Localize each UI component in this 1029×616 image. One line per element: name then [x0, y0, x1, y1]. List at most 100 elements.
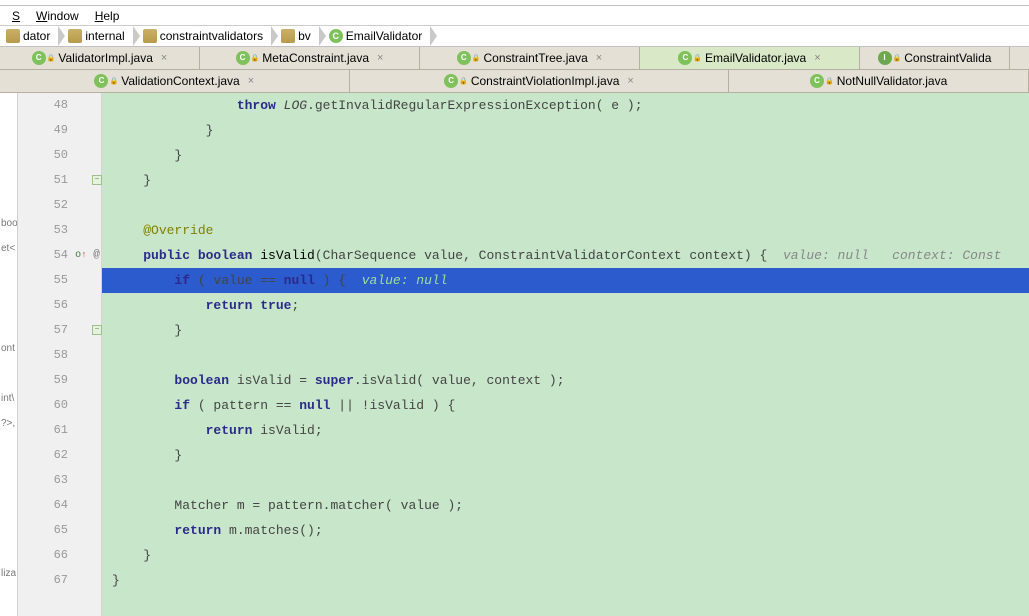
line-number: 61 — [18, 418, 68, 443]
file-type-icon: C — [32, 51, 46, 65]
line-number: 53 — [18, 218, 68, 243]
code-line[interactable]: boolean isValid = super.isValid( value, … — [102, 368, 1029, 393]
menu-window[interactable]: Window — [28, 9, 87, 23]
line-gutter: 4849505152535455565758596061626364656667 — [18, 93, 74, 616]
line-number: 54 — [18, 243, 68, 268]
tab-ValidationContext-java[interactable]: C🔒ValidationContext.java× — [0, 70, 350, 92]
code-line[interactable]: public boolean isValid(CharSequence valu… — [102, 243, 1029, 268]
code-line[interactable]: throw LOG.getInvalidRegularExpressionExc… — [102, 93, 1029, 118]
lock-icon: 🔒 — [693, 54, 702, 62]
line-number: 56 — [18, 293, 68, 318]
code-line[interactable]: return isValid; — [102, 418, 1029, 443]
tab-label: EmailValidator.java — [705, 51, 806, 65]
editor-area: booet<ontint\?>,liza 4849505152535455565… — [0, 93, 1029, 616]
tab-NotNullValidator-java[interactable]: C🔒NotNullValidator.java — [729, 70, 1029, 92]
fold-icon[interactable]: − — [92, 175, 102, 185]
breadcrumb-constraintvalidators[interactable]: constraintvalidators — [141, 29, 269, 43]
close-icon[interactable]: × — [814, 52, 820, 64]
class-icon: C — [329, 29, 343, 43]
tab-label: ConstraintTree.java — [484, 51, 588, 65]
code-line[interactable]: } — [102, 443, 1029, 468]
code-line[interactable]: } — [102, 143, 1029, 168]
lock-icon: 🔒 — [459, 77, 468, 85]
tab-MetaConstraint-java[interactable]: C🔒MetaConstraint.java × — [200, 47, 420, 69]
gutter-icon-column: −o↑ @− — [74, 93, 102, 616]
line-number: 60 — [18, 393, 68, 418]
line-number: 50 — [18, 143, 68, 168]
code-line[interactable]: @Override — [102, 218, 1029, 243]
line-number: 67 — [18, 568, 68, 593]
close-icon[interactable]: × — [627, 75, 633, 87]
line-number: 63 — [18, 468, 68, 493]
breadcrumb-EmailValidator[interactable]: CEmailValidator — [327, 29, 428, 43]
code-editor[interactable]: 4849505152535455565758596061626364656667… — [18, 93, 1029, 616]
file-type-icon: I — [878, 51, 892, 65]
line-number: 62 — [18, 443, 68, 468]
code-line[interactable]: } — [102, 118, 1029, 143]
tab-ConstraintValida[interactable]: I🔒ConstraintValida — [860, 47, 1010, 69]
lock-icon: 🔒 — [47, 54, 56, 62]
breadcrumb-bar: dator internal constraintvalidators bv CEmai… — [0, 26, 1029, 47]
code-line[interactable] — [102, 343, 1029, 368]
close-icon[interactable]: × — [161, 52, 167, 64]
tab-ConstraintViolationImpl-java[interactable]: C🔒ConstraintViolationImpl.java × — [350, 70, 730, 92]
code-line[interactable]: } — [102, 318, 1029, 343]
file-type-icon: C — [94, 74, 108, 88]
tab-label: ConstraintViolationImpl.java — [471, 74, 620, 88]
tab-row-2: C🔒ValidationContext.java×C🔒ConstraintVio… — [0, 70, 1029, 93]
line-number: 66 — [18, 543, 68, 568]
breadcrumb-bv[interactable]: bv — [279, 29, 317, 43]
file-type-icon: C — [457, 51, 471, 65]
line-number: 59 — [18, 368, 68, 393]
code-line[interactable] — [102, 193, 1029, 218]
folder-icon — [281, 29, 295, 43]
line-number: 55 — [18, 268, 68, 293]
lock-icon: 🔒 — [472, 54, 481, 62]
menubar: S Window Help — [0, 6, 1029, 26]
tab-EmailValidator-java[interactable]: C🔒EmailValidator.java × — [640, 47, 860, 69]
file-type-icon: C — [444, 74, 458, 88]
line-number: 57 — [18, 318, 68, 343]
line-number: 51 — [18, 168, 68, 193]
code-line[interactable]: Matcher m = pattern.matcher( value ); — [102, 493, 1029, 518]
file-type-icon: C — [236, 51, 250, 65]
code-line[interactable]: } — [102, 568, 1029, 593]
line-number: 58 — [18, 343, 68, 368]
tab-row-1: C🔒ValidatorImpl.java×C🔒MetaConstraint.ja… — [0, 47, 1029, 70]
fold-icon[interactable]: − — [92, 325, 102, 335]
tab-ValidatorImpl-java[interactable]: C🔒ValidatorImpl.java × — [0, 47, 200, 69]
up-arrow-icon: ↑ — [81, 250, 86, 260]
tab-container: C🔒ValidatorImpl.java×C🔒MetaConstraint.ja… — [0, 47, 1029, 93]
lock-icon: 🔒 — [251, 54, 260, 62]
at-icon: @ — [93, 249, 100, 261]
breadcrumb-internal[interactable]: internal — [66, 29, 130, 43]
line-number: 52 — [18, 193, 68, 218]
tab-label: NotNullValidator.java — [837, 74, 948, 88]
tab-label: ValidationContext.java — [121, 74, 240, 88]
menu-s[interactable]: S — [4, 9, 28, 23]
close-icon[interactable]: × — [377, 52, 383, 64]
file-type-icon: C — [810, 74, 824, 88]
tab-label: MetaConstraint.java — [262, 51, 369, 65]
code-line[interactable]: if ( pattern == null || !isValid ) { — [102, 393, 1029, 418]
folder-icon — [68, 29, 82, 43]
tab-label: ConstraintValida — [904, 51, 991, 65]
tab-label: ValidatorImpl.java — [58, 51, 153, 65]
menu-help[interactable]: Help — [87, 9, 128, 23]
lock-icon: 🔒 — [825, 77, 834, 85]
code-line[interactable]: if ( value == null ) { value: null — [102, 268, 1029, 293]
code-line[interactable] — [102, 468, 1029, 493]
left-sidebar-strip: booet<ontint\?>,liza — [0, 93, 18, 616]
code-line[interactable]: } — [102, 168, 1029, 193]
file-type-icon: C — [678, 51, 692, 65]
code-line[interactable]: return true; — [102, 293, 1029, 318]
breadcrumb-dator[interactable]: dator — [4, 29, 56, 43]
lock-icon: 🔒 — [893, 54, 902, 62]
code-line[interactable]: return m.matches(); — [102, 518, 1029, 543]
code-content[interactable]: throw LOG.getInvalidRegularExpressionExc… — [102, 93, 1029, 616]
close-icon[interactable]: × — [248, 75, 254, 87]
folder-icon — [6, 29, 20, 43]
tab-ConstraintTree-java[interactable]: C🔒ConstraintTree.java × — [420, 47, 640, 69]
code-line[interactable]: } — [102, 543, 1029, 568]
close-icon[interactable]: × — [596, 52, 602, 64]
